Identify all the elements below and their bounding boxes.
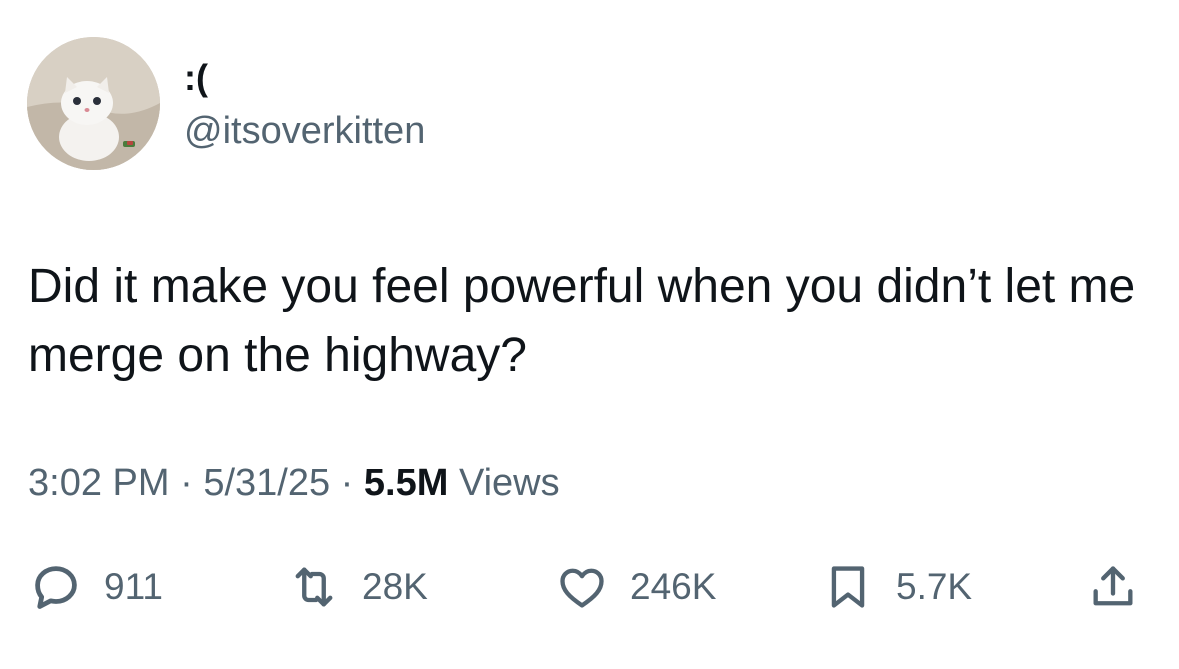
retweet-count: 28K	[362, 566, 428, 607]
views-count[interactable]: 5.5M	[364, 462, 448, 504]
user-handle[interactable]: @itsoverkitten	[184, 112, 425, 150]
tweet-text: Did it make you feel powerful when you d…	[28, 260, 1136, 382]
retweet-icon	[295, 567, 333, 607]
kitten-photo	[27, 37, 160, 170]
retweet-button[interactable]: 28K	[288, 557, 428, 617]
like-count: 246K	[630, 566, 717, 607]
views-label: Views	[458, 462, 560, 504]
reply-count: 911	[104, 566, 163, 607]
reply-button[interactable]: 911	[30, 557, 163, 617]
meta-separator: ·	[180, 462, 193, 504]
like-button[interactable]: 246K	[556, 557, 716, 617]
meta-separator: ·	[340, 462, 354, 504]
tweet-date[interactable]: 5/31/25	[203, 462, 330, 504]
heart-icon	[560, 568, 604, 608]
bookmark-count: 5.7K	[896, 566, 973, 607]
share-button[interactable]	[1087, 557, 1139, 617]
display-name[interactable]: :(	[184, 60, 208, 96]
bookmark-button[interactable]: 5.7K	[822, 557, 972, 617]
action-bar: 911 28K 246K 5.7K	[0, 557, 1179, 617]
reply-icon	[35, 566, 77, 609]
tweet-time[interactable]: 3:02 PM	[28, 462, 170, 504]
bookmark-icon	[831, 566, 865, 608]
tweet-meta: 3:02 PM · 5/31/25 · 5.5M Views	[28, 464, 560, 502]
share-icon	[1093, 566, 1133, 606]
avatar[interactable]	[27, 37, 160, 170]
